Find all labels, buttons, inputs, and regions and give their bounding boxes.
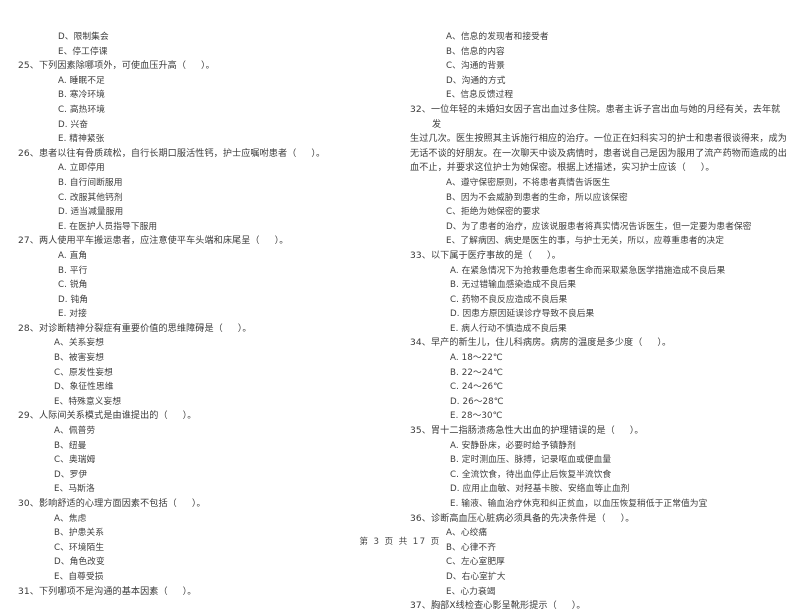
option-line: E、了解病因、病史是医生的事，与护士无关，所以，应尊重患者的决定 <box>446 236 725 247</box>
option-line: C. 改服其他钙剂 <box>58 192 123 203</box>
option-line: A. 在紧急情况下为抢救垂危患者生命而采取紧急医学措施造成不良后果 <box>450 265 726 276</box>
option-line: B、信息的内容 <box>446 46 505 57</box>
question-29: 29、人际间关系模式是由谁提出的（ ）。 A、佩普劳 B、纽曼 C、奥瑞姆 D、… <box>18 409 388 497</box>
question-stem: 34、早产的新生儿，住儿科病房。病房的温度是多少度（ ）。 <box>410 338 672 349</box>
question-stem: 25、下列因素除哪项外，可使血压升高（ ）。 <box>18 61 215 72</box>
option-line: E. 对接 <box>58 309 87 320</box>
option-line: D、罗伊 <box>54 469 88 480</box>
option-line: D. 适当减量服用 <box>58 207 124 218</box>
question-34: 34、早产的新生儿，住儿科病房。病房的温度是多少度（ ）。 A. 18～22℃ … <box>410 336 788 424</box>
option-line: E. 病人行动不慎造成不良后果 <box>450 323 567 334</box>
question-35: 35、胃十二指肠溃疡急性大出血的护理错误的是（ ）。 A. 安静卧床，必要时给予… <box>410 424 788 512</box>
question-stem: 26、患者以往有骨质疏松，自行长期口服活性钙，护士应嘱咐患者（ ）。 <box>18 148 326 159</box>
question-stem: 28、对诊断精神分裂症有重要价值的思维障碍是（ ）。 <box>18 323 252 334</box>
option-line: E. 精神紧张 <box>58 134 105 145</box>
option-line: B. 定时测血压、脉搏，记录呕血或便血量 <box>450 455 612 466</box>
option-line: E、停工停课 <box>58 46 108 57</box>
option-line: C. 24～26℃ <box>450 382 504 393</box>
option-line: A、佩普劳 <box>54 426 96 437</box>
question-stem: 31、下列哪项不是沟通的基本因素（ ）。 <box>18 586 197 597</box>
option-line: E、自尊受损 <box>54 571 104 582</box>
right-column: A、信息的发现者和接受者 B、信息的内容 C、沟通的背景 D、沟通的方式 E、信… <box>410 30 788 614</box>
option-line: A. 睡眠不足 <box>58 75 105 86</box>
option-line: D. 26～28℃ <box>450 396 504 407</box>
option-line: B、被害妄想 <box>54 353 104 364</box>
option-line: A. 直角 <box>58 250 88 261</box>
option-line: C. 药物不良反应造成不良后果 <box>450 294 568 305</box>
question-stem: 37、胸部X线检查心影呈靴形提示（ ）。 <box>410 601 586 612</box>
question-stem: 32、一位年轻的未婚妇女因子宫出血过多住院。患者主诉子宫出血与她的月经有关，去年… <box>410 104 781 130</box>
option-line: A、关系妄想 <box>54 338 104 349</box>
option-line: B. 平行 <box>58 265 88 276</box>
option-line: B. 22～24℃ <box>450 367 503 378</box>
question-stem: 29、人际间关系模式是由谁提出的（ ）。 <box>18 411 197 422</box>
option-line: B. 无过错输血感染造成不良后果 <box>450 280 577 291</box>
option-line: A、遵守保密原则，不将患者真情告诉医生 <box>446 177 611 188</box>
question-31: 31、下列哪项不是沟通的基本因素（ ）。 <box>18 585 388 600</box>
question-stem-cont: 生过几次。医生按照其主诉施行相应的治疗。一位正在妇科实习的护士和患者很谈得来，成… <box>410 134 787 145</box>
question-26: 26、患者以往有骨质疏松，自行长期口服活性钙，护士应嘱咐患者（ ）。 A. 立即… <box>18 147 388 235</box>
option-line: C. 全流饮食，待出血停止后恢复半流饮食 <box>450 469 612 480</box>
option-line: D、角色改变 <box>54 557 105 568</box>
question-stem: 27、两人使用平车搬运患者，应注意使平车头端和床尾呈（ ）。 <box>18 236 289 247</box>
left-column: D、限制集会 E、停工停课 25、下列因素除哪项外，可使血压升高（ ）。 A. … <box>18 30 388 599</box>
option-line: C、拒绝为她保密的要求 <box>446 207 541 218</box>
option-line: C. 高热环境 <box>58 104 106 115</box>
option-line: C. 锐角 <box>58 280 88 291</box>
option-line: B. 自行间断服用 <box>58 177 123 188</box>
option-line: E. 28～30℃ <box>450 411 503 422</box>
option-line: C、沟通的背景 <box>446 61 505 72</box>
two-column-layout: D、限制集会 E、停工停课 25、下列因素除哪项外，可使血压升高（ ）。 A. … <box>18 30 787 611</box>
option-line: D. 因患方原因延误诊疗导致不良后果 <box>450 309 595 320</box>
question-stem-cont: 血不止，并要求这位护士为她保密。根据上述描述，实习护士应该（ ）。 <box>410 163 715 174</box>
option-line: E、马斯洛 <box>54 484 95 495</box>
option-line: D. 应用止血敏、对羟基卡胺、安络血等止血剂 <box>450 484 630 495</box>
option-line: D. 兴奋 <box>58 119 89 130</box>
option-line: E. 在医护人员指导下服用 <box>58 221 158 232</box>
question-25: 25、下列因素除哪项外，可使血压升高（ ）。 A. 睡眠不足 B. 寒冷环境 C… <box>18 59 388 147</box>
option-line: B、因为不会威胁到患者的生命，所以应该保密 <box>446 192 628 203</box>
question-36: 36、诊断高血压心脏病必须具备的先决条件是（ ）。 A、心绞痛 B、心律不齐 C… <box>410 512 788 600</box>
exam-page: D、限制集会 E、停工停课 25、下列因素除哪项外，可使血压升高（ ）。 A. … <box>0 0 800 611</box>
question-stem: 35、胃十二指肠溃疡急性大出血的护理错误的是（ ）。 <box>410 426 644 437</box>
option-line: A. 立即停用 <box>58 163 105 174</box>
option-line: C、原发性妄想 <box>54 367 113 378</box>
option-line: A、信息的发现者和接受者 <box>446 32 549 42</box>
option-line: A. 18～22℃ <box>450 353 503 364</box>
question-32: 32、一位年轻的未婚妇女因子宫出血过多住院。患者主诉子宫出血与她的月经有关，去年… <box>410 103 788 249</box>
option-line: D、沟通的方式 <box>446 75 506 86</box>
option-line: D、象征性思维 <box>54 382 114 393</box>
question-37: 37、胸部X线检查心影呈靴形提示（ ）。 <box>410 599 788 614</box>
option-line: B. 寒冷环境 <box>58 90 105 101</box>
option-line: E. 输液、输血治疗休克和纠正贫血，以血压恢复稍低于正常值为宜 <box>450 499 708 509</box>
question-27: 27、两人使用平车搬运患者，应注意使平车头端和床尾呈（ ）。 A. 直角 B. … <box>18 234 388 322</box>
option-line: E、心力衰竭 <box>446 586 496 597</box>
option-line: D、为了患者的治疗，应该说服患者将真实情况告诉医生，但一定要为患者保密 <box>446 221 752 232</box>
option-line: E、特殊意义妄想 <box>54 396 122 407</box>
option-line: E、信息反馈过程 <box>446 90 514 101</box>
question-stem-cont: 无话不谈的好朋友。在一次聊天中谈及病情时，患者说自己是因为服用了流产药物而造成的… <box>410 148 787 159</box>
question-28: 28、对诊断精神分裂症有重要价值的思维障碍是（ ）。 A、关系妄想 B、被害妄想… <box>18 322 388 410</box>
page-footer: 第 3 页 共 17 页 <box>359 537 441 547</box>
question-stem: 30、影响舒适的心理方面因素不包括（ ）。 <box>18 499 206 509</box>
option-line: A、焦虑 <box>54 513 87 524</box>
option-line: D、右心室扩大 <box>446 571 506 582</box>
option-line: A. 安静卧床，必要时给予镇静剂 <box>450 440 576 451</box>
option-line: C、奥瑞姆 <box>54 455 96 466</box>
question-stem: 33、以下属于医疗事故的是（ ）。 <box>410 250 561 261</box>
option-line: D. 钝角 <box>58 294 89 305</box>
question-33: 33、以下属于医疗事故的是（ ）。 A. 在紧急情况下为抢救垂危患者生命而采取紧… <box>410 249 788 337</box>
option-line: D、限制集会 <box>58 32 109 42</box>
question-stem: 36、诊断高血压心脏病必须具备的先决条件是（ ）。 <box>410 513 635 524</box>
option-line: B、纽曼 <box>54 440 87 451</box>
option-line: C、左心室肥厚 <box>446 557 505 568</box>
